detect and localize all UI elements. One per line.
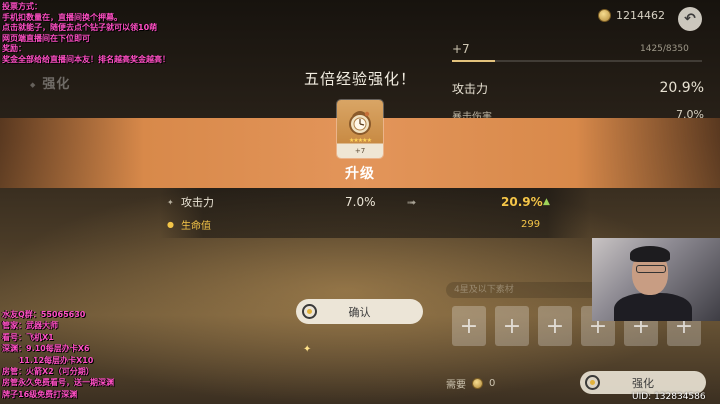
comparison-new-value: 20.9% (501, 195, 543, 209)
strengthen-button[interactable]: 强化 (580, 371, 706, 394)
overlay-line: 房管：火箭X2（可分期） (2, 367, 94, 377)
mora-coin-icon (598, 9, 611, 22)
overlay-line: 牌子16级免费打深渊 (2, 389, 78, 399)
cursor-sparkle-icon: ✦ (303, 344, 312, 355)
arrow-right-icon: ➟ (407, 195, 417, 209)
material-slot[interactable]: + (452, 306, 486, 346)
comparison-stat-name: 生命值 (181, 220, 211, 232)
overlay-line: 11.12每层办卡X10 (2, 355, 94, 365)
overlay-line: 深渊：9.10每层办卡X6 (2, 344, 90, 354)
weapon-exp: 1425/8350 (640, 44, 689, 54)
overlay-line: 奖励： (2, 44, 26, 53)
stream-overlay-top: 投票方式： 手机扣数量在，直播间换个押幕。 点击就能子，随便去点个钻子就可以领1… (2, 2, 170, 65)
material-slot[interactable]: + (495, 306, 529, 346)
return-arrow-icon: ↶ (684, 11, 696, 27)
rarity-stars: ★★★★★ (349, 137, 372, 144)
cost-value: 0 (489, 378, 496, 389)
confirm-label: 确认 (348, 305, 371, 319)
webcam-body (614, 293, 692, 321)
increase-arrow-icon: ▲ (543, 197, 550, 207)
pocket-watch-icon (349, 111, 371, 135)
currency-display: 1214462 (598, 9, 665, 22)
overlay-line: 点击就能子，随便去点个钻子就可以领10萌 (2, 23, 158, 32)
diamond-icon: ✦ (167, 197, 174, 207)
player-uid: UID: 132834586 (632, 392, 706, 402)
webcam-hair (630, 246, 670, 262)
card-level: +7 (354, 147, 366, 155)
popup-title: 五倍经验强化！ (303, 70, 416, 88)
overlay-line: 网页端直播间在下位即可 (2, 33, 90, 43)
overlay-line: 手机扣数量在，直播间换个押幕。 (2, 12, 122, 22)
strengthen-label: 强化 (632, 376, 654, 390)
upgrade-label: 升级 (345, 166, 375, 182)
exp-bar-fill (452, 60, 495, 62)
comparison-new-value: 299 (521, 218, 541, 230)
overlay-line: 奖金全部给给直播间本友！排名越高奖金越高！ (2, 54, 170, 64)
confirm-button[interactable]: 确认 (296, 299, 423, 324)
streamer-webcam (592, 238, 720, 321)
overlay-line: 管家：武器大师 (2, 321, 58, 331)
webcam-glasses (636, 265, 666, 273)
overlay-line: 房管永久免费看号，送一期深渊 (2, 378, 114, 388)
cost-label: 需要 (446, 380, 466, 391)
overlay-line: 看号：飞机X1 (2, 332, 54, 342)
comparison-row-hp: ● 生命值 299 (167, 214, 567, 234)
stream-overlay-bottom: 水友Q群：55065630 管家：武器大师 看号：飞机X1 深渊：9.10每层办… (2, 309, 114, 400)
comparison-row-atk: ✦ 攻击力 7.0% ➟ 20.9% ▲ (167, 192, 567, 212)
material-slot[interactable]: + (538, 306, 572, 346)
back-button[interactable]: ↶ (678, 7, 702, 31)
weapon-level: +7 (452, 42, 470, 56)
comparison-old-value: 7.0% (345, 195, 376, 209)
comparison-stat-name: 攻击力 (181, 196, 214, 209)
overlay-line: 水友Q群：55065630 (2, 310, 86, 319)
overlay-line: 投票方式： (2, 2, 42, 11)
currency-amount: 1214462 (616, 9, 665, 22)
exp-bar (452, 60, 702, 62)
dot-icon: ● (167, 219, 174, 229)
cost-display: 需要 0 (446, 376, 495, 391)
weapon-card: ★★★★★ +7 (337, 100, 383, 158)
mora-coin-icon (472, 378, 483, 389)
